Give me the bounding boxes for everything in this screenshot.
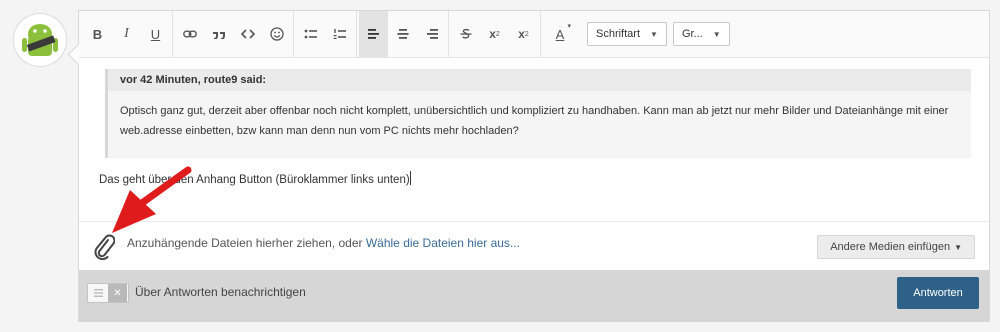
close-icon: ✕ [108,284,127,302]
align-left-button[interactable] [359,11,388,57]
chevron-down-icon: ▼ [954,242,962,252]
subscript-button[interactable]: x2 [509,11,538,57]
paperclip-icon[interactable] [93,234,115,260]
chevron-down-icon: ▾ [567,23,571,30]
toolbar-divider [356,11,357,57]
numbered-list-button[interactable] [325,11,354,57]
font-color-button[interactable]: A ▾ [543,11,577,57]
quote-text: Optisch ganz gut, derzeit aber offenbar … [120,105,949,137]
underline-button[interactable]: U [141,11,170,57]
bullet-list-button[interactable] [296,11,325,57]
chevron-down-icon: ▼ [712,29,721,39]
reply-text: Das geht über den Anhang Button (Bürokla… [99,171,411,186]
chevron-down-icon: ▼ [650,29,658,39]
quote-icon [212,32,225,39]
align-right-icon [426,29,438,39]
quote-author: vor 42 Minuten, route9 said: [108,69,971,91]
font-size-select[interactable]: Gr... ▼ [672,22,730,46]
align-center-icon [397,29,408,39]
toolbar-divider [540,11,541,57]
toolbar-divider [293,11,294,57]
italic-button[interactable]: I [112,11,141,57]
align-left-icon [367,29,379,39]
quote-block: vor 42 Minuten, route9 said: Optisch gan… [105,69,971,158]
align-right-button[interactable] [417,11,446,57]
strikethrough-icon [460,28,471,39]
quote-button[interactable] [204,11,233,57]
attachment-area[interactable]: Anzuhängende Dateien hierher ziehen, ode… [79,221,989,272]
toggle-off-icon [88,284,108,302]
link-icon [182,30,197,38]
code-icon [240,29,255,39]
toolbar-divider [172,11,173,57]
strikethrough-button[interactable] [451,11,480,57]
text-cursor [409,171,411,185]
submit-reply-button[interactable]: Antworten [897,277,979,309]
bold-button[interactable]: B [83,11,112,57]
notify-label: Über Antworten benachrichtigen [135,285,306,299]
font-family-select[interactable]: Schriftart ▼ [587,22,667,46]
editor-content[interactable]: vor 42 Minuten, route9 said: Optisch gan… [79,57,989,222]
choose-files-link[interactable]: Wähle die Dateien hier aus... [366,236,520,250]
code-button[interactable] [233,11,262,57]
numbered-list-icon [333,29,346,39]
emoji-button[interactable] [262,11,291,57]
avatar[interactable] [14,14,66,66]
editor-footer: ✕ Über Antworten benachrichtigen Antwort… [79,270,989,321]
notify-toggle[interactable]: ✕ [87,283,129,303]
other-media-button[interactable]: Andere Medien einfügen ▼ [817,235,975,259]
bullet-list-icon [304,29,317,39]
align-center-button[interactable] [388,11,417,57]
toolbar-divider [448,11,449,57]
editor-toolbar: B I U x 2 x 2 A ▾ Schriftart ▼ Gr... ▼ [79,11,989,58]
attachment-drop-hint: Anzuhängende Dateien hierher ziehen, ode… [127,236,520,250]
link-button[interactable] [175,11,204,57]
superscript-button[interactable]: x2 [480,11,509,57]
smiley-icon [269,27,284,41]
android-avatar-icon [14,14,66,66]
reply-editor: B I U x 2 x 2 A ▾ Schriftart ▼ Gr... ▼ v… [67,10,990,322]
